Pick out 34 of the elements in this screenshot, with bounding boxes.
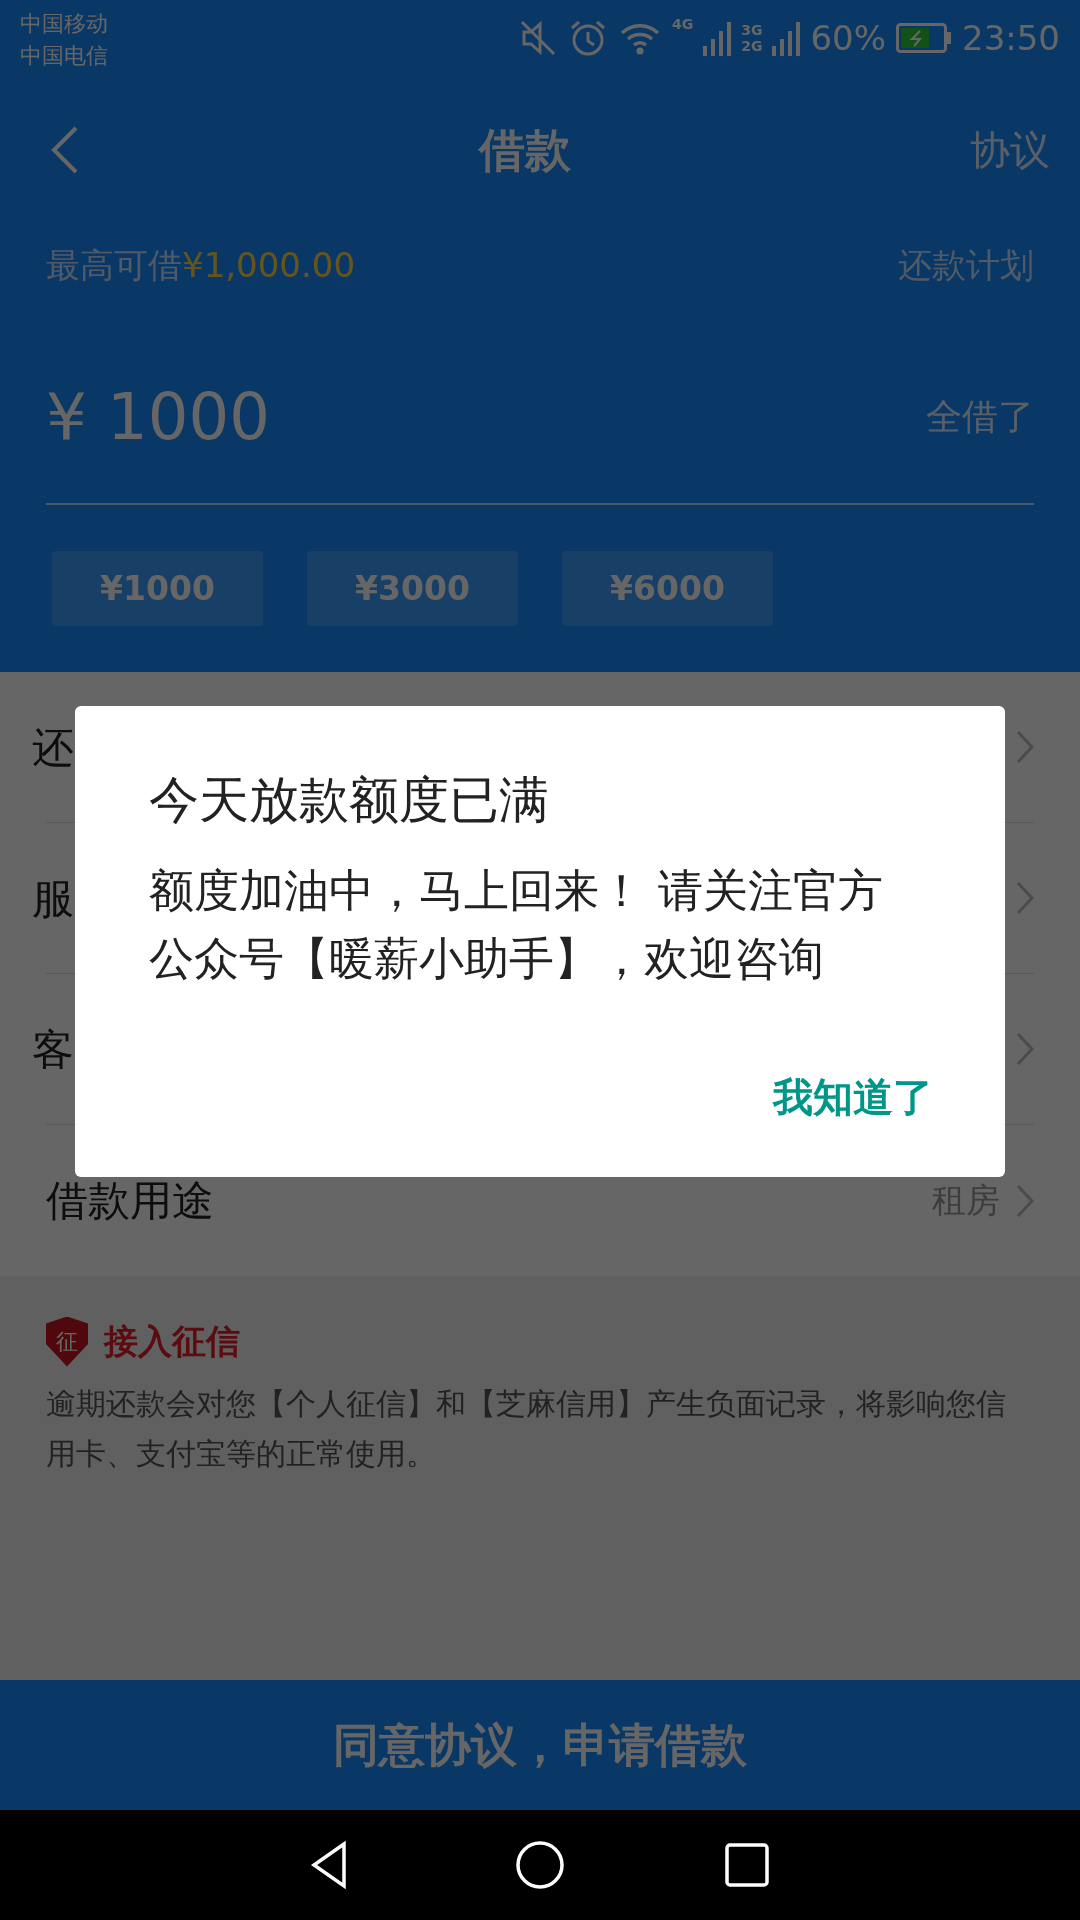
- repayment-plan-link[interactable]: 还款计划: [898, 239, 1034, 291]
- network-label: 2G: [741, 38, 763, 54]
- max-loan-label: 最高可借¥1,000.00: [46, 243, 356, 287]
- apply-button[interactable]: 同意协议，申请借款: [0, 1680, 1080, 1810]
- back-icon: [50, 125, 80, 175]
- chevron-icon: [1016, 1183, 1034, 1218]
- home-icon: [515, 1840, 565, 1890]
- chevron-icon: [1016, 1032, 1034, 1066]
- battery-percent: 60%: [810, 16, 886, 60]
- agreement-link[interactable]: 协议: [970, 120, 1050, 180]
- shield-badge: 征: [46, 1316, 88, 1367]
- row-label: 服: [32, 872, 74, 925]
- signal-icon: [703, 20, 732, 56]
- carrier-name: 中国电信: [20, 42, 108, 70]
- nav-button[interactable]: [515, 1840, 565, 1890]
- network-label: 3G: [741, 22, 763, 38]
- credit-title: 接入征信: [104, 1320, 240, 1363]
- page-title: 借款: [479, 121, 571, 179]
- confirm-button[interactable]: 我知道了: [773, 1067, 933, 1127]
- chevron-icon: [1016, 730, 1034, 764]
- dialog-message: 额度加油中，马上回来！ 请关注官方公众号【暖薪小助手】，欢迎咨询: [149, 863, 885, 987]
- network-label: 4G: [671, 15, 694, 34]
- row-label: 客: [32, 1023, 74, 1076]
- status-time: 23:50: [962, 16, 1060, 60]
- chevron-icon: [1016, 881, 1034, 915]
- row-label: 借款用途: [46, 1175, 214, 1227]
- row-label: 还: [32, 721, 74, 774]
- battery-icon: [896, 23, 952, 53]
- credit-notice: 逾期还款会对您【个人征信】和【芝麻信用】产生负面记录，将影响您信用卡、支付宝等的正常使用。: [46, 1385, 1007, 1473]
- dialog-title: 今天放款额度已满: [149, 770, 550, 831]
- carrier-name: 中国移动: [20, 10, 108, 38]
- signal-icon: [772, 20, 801, 56]
- borrow-all-link[interactable]: 全借了: [926, 389, 1034, 444]
- amount-input[interactable]: ¥ 1000: [46, 368, 270, 465]
